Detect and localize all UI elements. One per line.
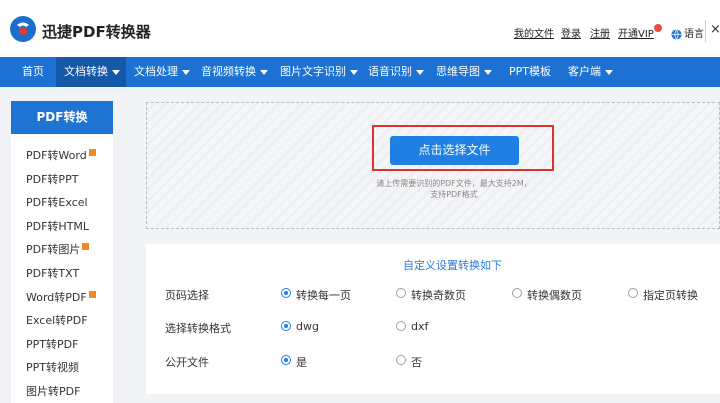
option-every-page[interactable]: 转换每一页 xyxy=(296,287,351,303)
radio-public-no[interactable] xyxy=(396,355,406,365)
nav-document-convert[interactable]: 文档转换 xyxy=(56,57,126,87)
register-link[interactable]: 注册 xyxy=(590,25,610,40)
radio-odd-pages[interactable] xyxy=(396,288,406,298)
my-files-link[interactable]: 我的文件 xyxy=(514,25,554,40)
nav-media-convert[interactable]: 音视频转换 xyxy=(201,57,268,87)
option-public-yes[interactable]: 是 xyxy=(296,354,307,370)
sidebar-item-word-to-pdf[interactable]: Word转PDF xyxy=(26,289,96,305)
nav-ocr[interactable]: 图片文字识别 xyxy=(280,57,358,87)
select-file-button[interactable]: 点击选择文件 xyxy=(390,136,519,165)
settings-title: 自定义设置转换如下 xyxy=(403,259,502,272)
nav-mind-map[interactable]: 思维导图 xyxy=(436,57,492,87)
option-public-no[interactable]: 否 xyxy=(411,354,422,370)
hot-badge-icon xyxy=(88,291,96,298)
option-dxf[interactable]: dxf xyxy=(411,320,428,333)
upload-hint-line2: 支持PDF格式 xyxy=(430,190,478,199)
sidebar-item-ppt-to-pdf[interactable]: PPT转PDF xyxy=(26,336,78,352)
format-label: 选择转换格式 xyxy=(165,322,231,335)
sidebar-item-ppt-to-video[interactable]: PPT转视频 xyxy=(26,359,79,375)
radio-dxf[interactable] xyxy=(396,321,406,331)
sidebar-item-pdf-to-excel[interactable]: PDF转Excel xyxy=(26,194,88,210)
upload-hint-line1: 请上传需要识别的PDF文件，最大支持2M， xyxy=(376,179,532,188)
radio-dwg[interactable] xyxy=(281,321,291,331)
radio-specific-pages[interactable] xyxy=(628,288,638,298)
nav-document-process[interactable]: 文档处理 xyxy=(134,57,190,87)
globe-icon[interactable] xyxy=(671,25,682,44)
chevron-down-icon xyxy=(605,69,613,75)
nav-home[interactable]: 首页 xyxy=(14,57,52,87)
nav-ppt-template[interactable]: PPT模板 xyxy=(509,57,551,87)
radio-even-pages[interactable] xyxy=(512,288,522,298)
sidebar-item-pdf-to-word[interactable]: PDF转Word xyxy=(26,147,96,163)
option-specific-pages[interactable]: 指定页转换 xyxy=(643,287,698,303)
language-selector[interactable]: 语言 xyxy=(684,25,704,40)
app-logo-icon[interactable] xyxy=(10,16,36,42)
radio-public-yes[interactable] xyxy=(281,355,291,365)
sidebar-item-pdf-to-ppt[interactable]: PDF转PPT xyxy=(26,171,78,187)
hot-badge-icon xyxy=(82,243,90,250)
chevron-down-icon xyxy=(350,69,358,75)
chevron-down-icon xyxy=(260,69,268,75)
chevron-down-icon xyxy=(182,69,190,75)
chevron-down-icon xyxy=(484,69,492,75)
nav-client[interactable]: 客户端 xyxy=(568,57,613,87)
option-odd-pages[interactable]: 转换奇数页 xyxy=(411,287,466,303)
nav-speech-recognition[interactable]: 语音识别 xyxy=(368,57,424,87)
option-even-pages[interactable]: 转换偶数页 xyxy=(527,287,582,303)
login-link[interactable]: 登录 xyxy=(561,25,581,40)
sidebar-item-image-to-pdf[interactable]: 图片转PDF xyxy=(26,383,80,399)
vip-notification-dot xyxy=(654,24,662,32)
option-dwg[interactable]: dwg xyxy=(296,320,319,333)
chevron-down-icon xyxy=(112,69,120,75)
public-file-label: 公开文件 xyxy=(165,356,209,369)
vip-link[interactable]: 开通VIP xyxy=(618,25,654,40)
hot-badge-icon xyxy=(88,149,96,156)
sidebar-item-pdf-to-html[interactable]: PDF转HTML xyxy=(26,218,89,234)
sidebar-title: PDF转换 xyxy=(11,101,113,134)
sidebar-item-excel-to-pdf[interactable]: Excel转PDF xyxy=(26,312,88,328)
page-selection-label: 页码选择 xyxy=(165,289,209,302)
brand-name[interactable]: 迅捷PDF转换器 xyxy=(42,21,151,42)
top-header: 迅捷PDF转换器 我的文件 登录 注册 开通VIP 语言 × xyxy=(0,0,720,57)
sidebar: PDF转换 PDF转Word PDF转PPT PDF转Excel PDF转HTM… xyxy=(11,101,113,403)
sidebar-item-pdf-to-image[interactable]: PDF转图片 xyxy=(26,241,90,257)
radio-every-page[interactable] xyxy=(281,288,291,298)
main-nav: 首页 文档转换 文档处理 音视频转换 图片文字识别 语音识别 思维导图 PPT模… xyxy=(0,57,720,87)
chevron-down-icon xyxy=(416,69,424,75)
header-divider xyxy=(705,20,706,42)
close-icon[interactable]: × xyxy=(710,23,720,37)
